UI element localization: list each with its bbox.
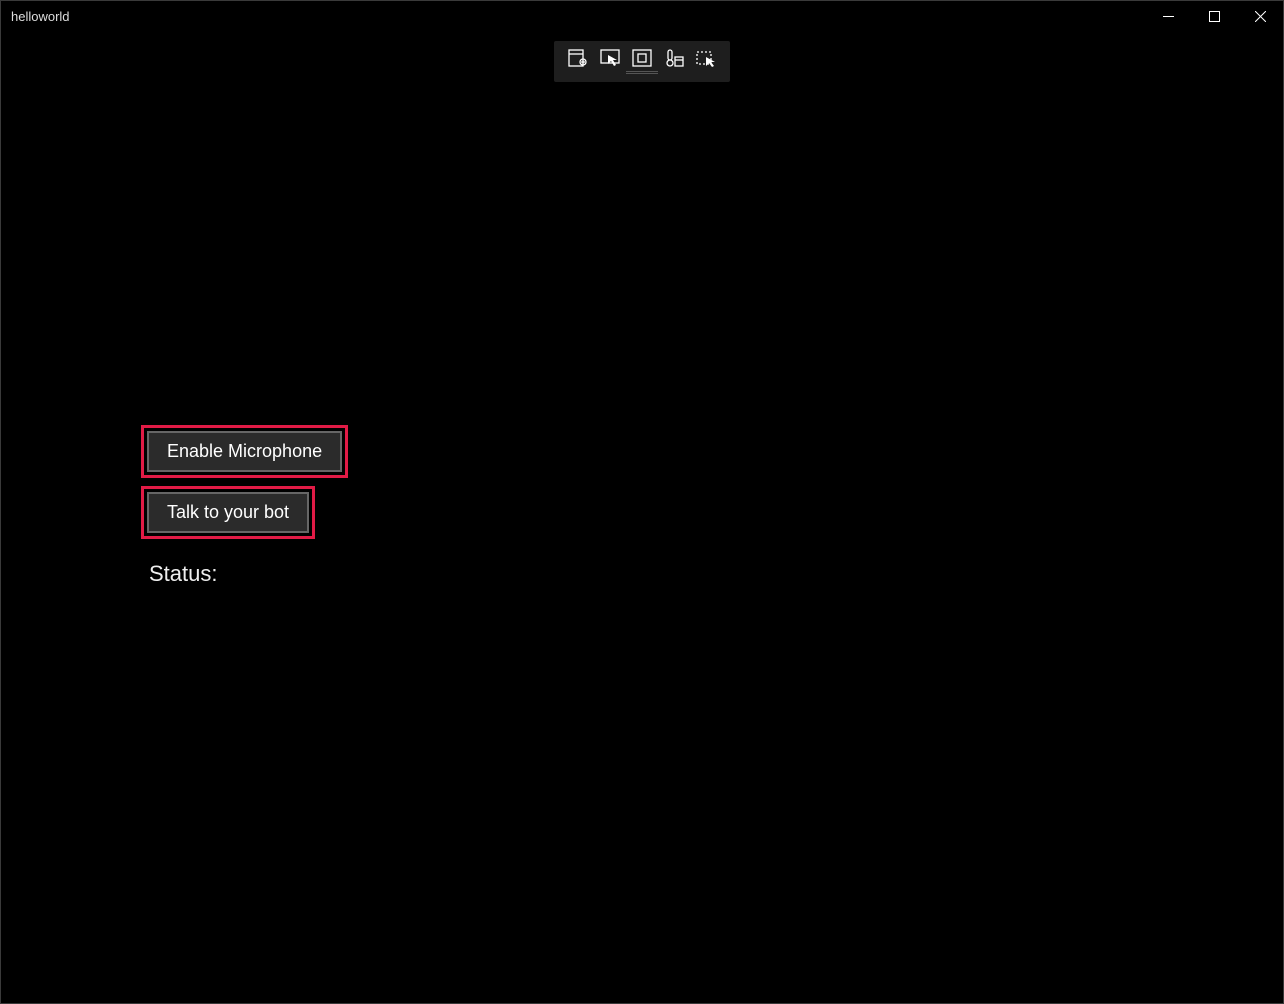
close-button[interactable] (1237, 1, 1283, 31)
window-controls (1145, 1, 1283, 31)
toolbar-grip[interactable] (626, 71, 658, 74)
layout-bounds-icon[interactable] (632, 49, 652, 67)
enable-microphone-button[interactable]: Enable Microphone (147, 431, 342, 472)
debug-toolbar-icons (560, 49, 724, 67)
debug-toolbar[interactable] (554, 41, 730, 82)
screenshot-tool-icon[interactable] (696, 49, 716, 67)
highlight-talk-bot: Talk to your bot (141, 486, 315, 539)
minimize-button[interactable] (1145, 1, 1191, 31)
talk-to-bot-button[interactable]: Talk to your bot (147, 492, 309, 533)
design-preview-icon[interactable] (568, 49, 588, 67)
window-title: helloworld (11, 9, 70, 24)
maximize-button[interactable] (1191, 1, 1237, 31)
status-label: Status: (149, 561, 217, 587)
highlight-enable-mic: Enable Microphone (141, 425, 348, 478)
thermometer-icon[interactable] (664, 49, 684, 67)
maximize-icon (1209, 11, 1220, 22)
selection-arrow-icon[interactable] (600, 49, 620, 67)
close-icon (1255, 11, 1266, 22)
window-title-bar: helloworld (1, 1, 1283, 31)
minimize-icon (1163, 11, 1174, 22)
main-content: Enable Microphone Talk to your bot Statu… (141, 425, 348, 587)
